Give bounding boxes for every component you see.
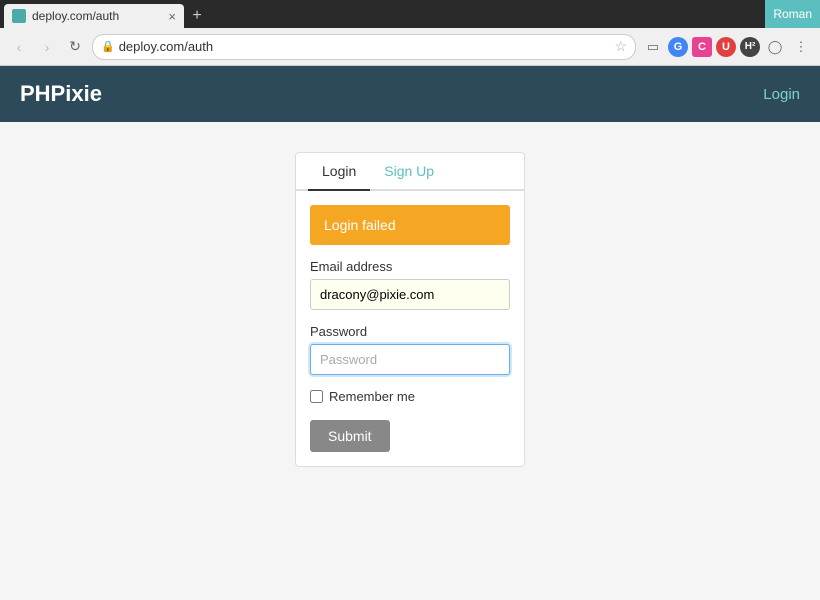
app-logo: PHPixie	[20, 81, 763, 107]
email-form-group: Email address	[310, 259, 510, 310]
ext-icon-c[interactable]: C	[692, 37, 712, 57]
menu-icon[interactable]: ⋮	[790, 36, 812, 58]
new-tab-button[interactable]: +	[184, 4, 210, 28]
forward-button[interactable]: ›	[36, 36, 58, 58]
header-login-link[interactable]: Login	[763, 86, 800, 103]
password-label: Password	[310, 324, 510, 339]
ext-icon-h2[interactable]: H²	[740, 37, 760, 57]
remember-me-checkbox[interactable]	[310, 390, 323, 403]
auth-tabs: Login Sign Up	[296, 153, 524, 191]
toolbar-extension-icons: ▭ G C U H² ◯ ⋮	[642, 36, 812, 58]
auth-card: Login Sign Up Login failed Email address…	[295, 152, 525, 467]
tab-signup[interactable]: Sign Up	[370, 153, 448, 191]
address-bar-container: 🔒 ☆	[92, 34, 636, 60]
address-bar-input[interactable]	[119, 39, 611, 54]
app-header: PHPixie Login	[0, 66, 820, 122]
refresh-button[interactable]: ↻	[64, 36, 86, 58]
screen-cast-icon[interactable]: ▭	[642, 36, 664, 58]
email-label: Email address	[310, 259, 510, 274]
remember-me-label[interactable]: Remember me	[329, 389, 415, 404]
tab-favicon	[12, 9, 26, 23]
back-button[interactable]: ‹	[8, 36, 30, 58]
auth-form-body: Login failed Email address Password Reme…	[296, 191, 524, 466]
tab-login[interactable]: Login	[308, 153, 370, 191]
google-icon[interactable]: G	[668, 37, 688, 57]
password-input[interactable]	[310, 344, 510, 375]
back-icon: ‹	[17, 39, 22, 55]
user-name-display: Roman	[765, 0, 820, 28]
browser-chrome: deploy.com/auth × + Roman ‹ › ↻ 🔒 ☆ ▭ G …	[0, 0, 820, 66]
chrome-icon[interactable]: ◯	[764, 36, 786, 58]
browser-tab-active[interactable]: deploy.com/auth ×	[4, 4, 184, 28]
forward-icon: ›	[45, 39, 50, 55]
login-failed-alert: Login failed	[310, 205, 510, 245]
browser-toolbar: ‹ › ↻ 🔒 ☆ ▭ G C U H² ◯ ⋮	[0, 28, 820, 66]
ext-icon-u[interactable]: U	[716, 37, 736, 57]
remember-me-row: Remember me	[310, 389, 510, 404]
email-input[interactable]	[310, 279, 510, 310]
submit-button[interactable]: Submit	[310, 420, 390, 452]
bookmark-icon[interactable]: ☆	[614, 38, 627, 55]
lock-icon: 🔒	[101, 40, 115, 53]
tab-title: deploy.com/auth	[32, 9, 119, 23]
tab-close-button[interactable]: ×	[168, 9, 176, 24]
main-content: Login Sign Up Login failed Email address…	[0, 122, 820, 497]
refresh-icon: ↻	[69, 38, 81, 55]
password-form-group: Password	[310, 324, 510, 375]
alert-message: Login failed	[324, 217, 396, 233]
browser-tabs-bar: deploy.com/auth × + Roman	[0, 0, 820, 28]
